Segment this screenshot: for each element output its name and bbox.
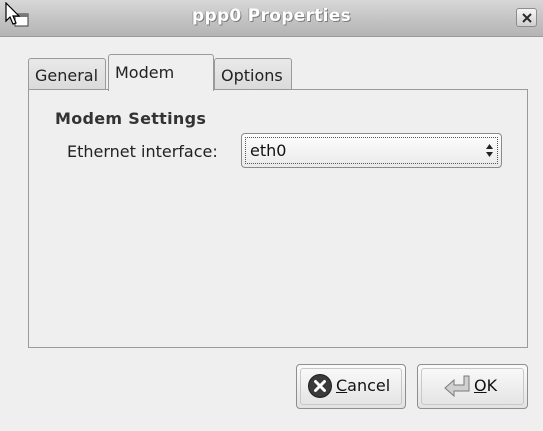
ethernet-interface-value: eth0: [250, 141, 287, 160]
tab-modem-label: Modem: [115, 63, 175, 82]
properties-dialog: ppp0 Properties General Modem Options Mo…: [0, 0, 543, 431]
cancel-icon: [308, 374, 332, 398]
mouse-pointer-icon: [5, 2, 21, 25]
close-button[interactable]: [516, 8, 537, 27]
close-icon: [522, 13, 532, 23]
enter-arrow-icon: [444, 375, 470, 398]
section-title: Modem Settings: [55, 109, 207, 128]
cancel-button[interactable]: Cancel: [296, 364, 406, 409]
tab-general[interactable]: General: [28, 58, 106, 90]
ok-button-label: OK: [474, 376, 498, 395]
tab-general-label: General: [35, 66, 99, 85]
cancel-button-label: Cancel: [336, 376, 391, 395]
modem-tab-panel: Modem Settings Ethernet interface: eth0: [28, 89, 528, 348]
tab-options-label: Options: [221, 66, 283, 85]
ethernet-interface-select[interactable]: eth0: [241, 133, 502, 168]
ethernet-interface-label: Ethernet interface:: [67, 142, 218, 161]
tab-options[interactable]: Options: [214, 58, 292, 90]
title-bar[interactable]: ppp0 Properties: [0, 0, 543, 37]
ok-button[interactable]: OK: [417, 364, 528, 409]
up-down-arrows-icon: [486, 144, 493, 157]
tab-modem[interactable]: Modem: [108, 54, 214, 91]
window-title: ppp0 Properties: [192, 6, 351, 26]
button-bevel: [421, 368, 524, 405]
